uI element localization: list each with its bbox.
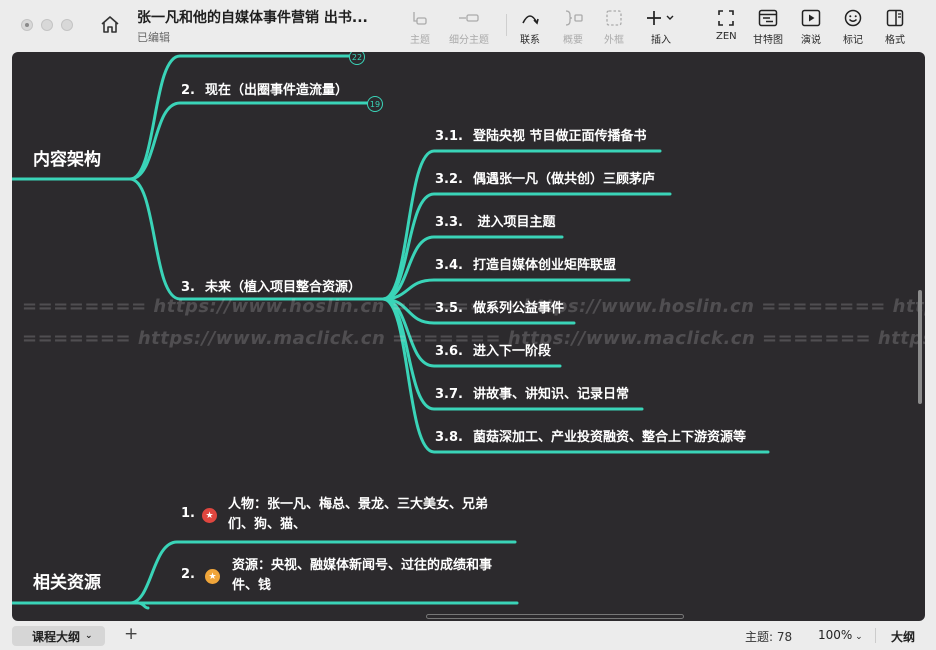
horizontal-scrollbar[interactable] — [426, 614, 684, 619]
play-screen-icon — [801, 8, 821, 28]
topic-present[interactable]: 2. 现在（出圈事件造流量） — [181, 79, 348, 98]
subtopic-3-1[interactable]: 3.1. 登陆央视 节目做正面传播备书 — [435, 125, 647, 144]
marker-button[interactable]: 标记 — [843, 8, 863, 48]
relation-curve-icon — [519, 8, 541, 28]
star-marker-icon[interactable]: ★ — [202, 508, 217, 523]
format-panel-icon — [886, 8, 904, 28]
zen-fullscreen-icon — [717, 8, 735, 28]
subtopic-3-2[interactable]: 3.2. 偶遇张一凡（做共创）三顾茅庐 — [435, 168, 655, 187]
topic-button[interactable]: 主题 — [410, 8, 430, 48]
root-topic-resources[interactable]: 相关资源 — [33, 568, 101, 593]
vertical-scrollbar[interactable] — [918, 290, 922, 404]
sheet-selector[interactable]: 课程大纲 ⌄ — [12, 626, 105, 646]
star-marker-icon[interactable]: ★ — [205, 569, 220, 584]
subtopic-3-3[interactable]: 3.3. 进入项目主题 — [435, 211, 556, 230]
subtopic-3-5[interactable]: 3.5. 做系列公益事件 — [435, 297, 564, 316]
close-window-button[interactable] — [21, 19, 33, 31]
toolbar: 张一凡和他的自媒体事件营销 出书... 已编辑 主题 细分主题 联系 概要 外框 — [0, 0, 936, 52]
status-bar: 课程大纲 ⌄ + 主题: 78 100% ⌄ 大纲 — [0, 621, 936, 650]
gantt-button[interactable]: 甘特图 — [753, 8, 783, 48]
home-icon[interactable] — [99, 14, 121, 36]
resource-2-number: 2. — [181, 567, 195, 582]
zoom-selector[interactable]: 100% ⌄ — [818, 628, 863, 642]
document-title: 张一凡和他的自媒体事件营销 出书... — [137, 10, 368, 26]
root-topic-content-structure[interactable]: 内容架构 — [33, 145, 101, 170]
chevron-down-icon: ⌄ — [85, 631, 93, 641]
maximize-window-button[interactable] — [61, 19, 73, 31]
summary-brace-icon — [562, 8, 584, 28]
resource-2-topic[interactable]: 资源：央视、融媒体新闻号、过往的成绩和事 件、钱 — [232, 556, 492, 596]
boundary-button[interactable]: 外框 — [604, 8, 624, 48]
subtopic-3-4[interactable]: 3.4. 打造自媒体创业矩阵联盟 — [435, 254, 616, 273]
summary-button[interactable]: 概要 — [562, 8, 584, 48]
format-button[interactable]: 格式 — [885, 8, 905, 48]
gantt-chart-icon — [758, 8, 778, 28]
subtopic-3-8[interactable]: 3.8. 菌菇深加工、产业投资融资、整合上下游资源等 — [435, 426, 746, 445]
insert-button[interactable]: 插入 — [645, 8, 677, 48]
boundary-icon — [605, 8, 623, 28]
collapsed-count-badge[interactable]: 19 — [367, 96, 383, 112]
topic-icon — [411, 8, 429, 28]
chevron-down-icon: ⌄ — [852, 632, 863, 642]
smiley-icon — [844, 8, 862, 28]
plus-chevron-icon — [645, 8, 677, 28]
subtopic-3-6[interactable]: 3.6. 进入下一阶段 — [435, 340, 551, 359]
toolbar-divider — [506, 14, 507, 36]
resource-1-number: 1. — [181, 506, 195, 521]
status-divider — [875, 628, 876, 643]
subtopic-3-7[interactable]: 3.7. 讲故事、讲知识、记录日常 — [435, 383, 629, 402]
subtopic-icon — [457, 8, 481, 28]
add-sheet-button[interactable]: + — [124, 624, 138, 644]
mindmap-canvas[interactable]: ======== https://www.hoslin.cn ======== … — [12, 52, 925, 621]
topic-future[interactable]: 3. 未来（植入项目整合资源） — [181, 276, 361, 295]
present-button[interactable]: 演说 — [801, 8, 821, 48]
resource-1-topic[interactable]: 人物：张一凡、梅总、景龙、三大美女、兄弟 们、狗、猫、 — [228, 495, 488, 535]
topic-count: 主题: 78 — [745, 630, 793, 644]
zen-button[interactable]: ZEN — [716, 8, 737, 48]
subtopic-button[interactable]: 细分主题 — [449, 8, 489, 48]
relation-button[interactable]: 联系 — [519, 8, 541, 48]
document-status: 已编辑 — [137, 31, 170, 44]
minimize-window-button[interactable] — [41, 19, 53, 31]
outline-view-button[interactable]: 大纲 — [891, 628, 915, 645]
